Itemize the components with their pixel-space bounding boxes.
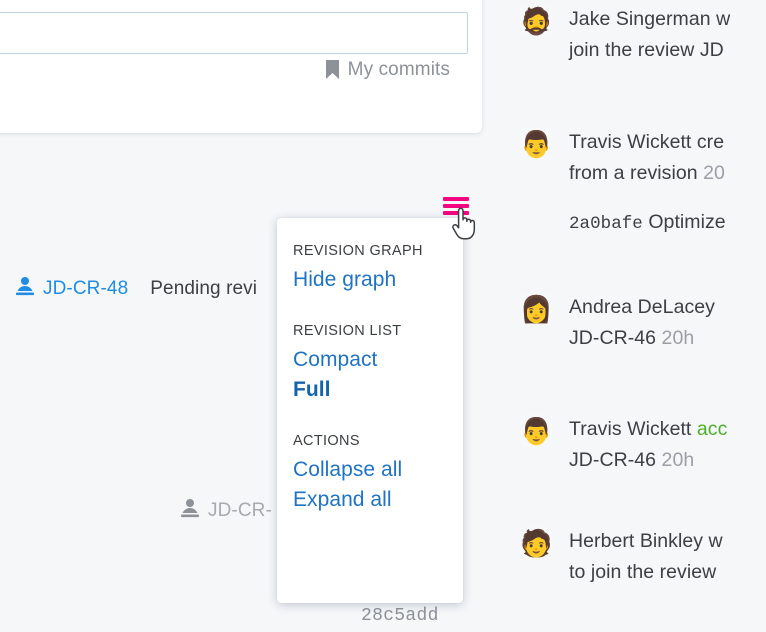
feed-line-2: JD-CR-46 20h	[569, 323, 715, 354]
menu-item-compact[interactable]: Compact	[293, 345, 463, 375]
feed-review-id[interactable]: JD-CR-46	[569, 327, 662, 349]
feed-timestamp: 20	[703, 162, 725, 184]
menu-item-hide-graph[interactable]: Hide graph	[293, 265, 463, 295]
menu-item-full[interactable]: Full	[293, 375, 463, 405]
hamburger-bar-1	[443, 197, 469, 201]
activity-feed: 🧔 Jake Singerman w join the review JD 👨 …	[520, 0, 766, 632]
feed-line-2: join the review JD	[569, 35, 730, 66]
feed-review-id[interactable]: JD-CR-46	[569, 449, 662, 471]
feed-item[interactable]: 👩 Andrea DeLacey JD-CR-46 20h	[520, 292, 715, 354]
revision-row-jd-cr-48[interactable]: JD-CR-48 Pending revi	[13, 274, 257, 303]
feed-item[interactable]: 👨 Travis Wickett cre from a revision 20 …	[520, 127, 726, 240]
menu-group-actions: ACTIONS Collapse all Expand all	[293, 430, 463, 515]
avatar: 🧑	[520, 526, 553, 559]
feed-line-1: Travis Wickett cre	[569, 131, 724, 153]
feed-line-2: JD-CR-46 20h	[569, 445, 727, 476]
feed-line-1: Travis Wickett	[569, 418, 697, 440]
menu-group-revision-graph: REVISION GRAPH Hide graph	[293, 240, 463, 295]
feed-line-1: Herbert Binkley w	[569, 530, 723, 552]
menu-section-title: ACTIONS	[293, 430, 463, 452]
bookmark-icon	[326, 60, 339, 79]
feed-line-1: Andrea DeLacey	[569, 296, 715, 318]
search-panel: My commits	[0, 0, 482, 133]
feed-item-text: Travis Wickett cre from a revision 20 2a…	[569, 127, 726, 240]
revision-status: Pending revi	[150, 278, 257, 300]
feed-timestamp: 20h	[662, 327, 695, 349]
feed-item-text: Travis Wickett acc JD-CR-46 20h	[569, 414, 727, 476]
person-stamp-icon	[178, 496, 202, 525]
feed-item-text: Andrea DeLacey JD-CR-46 20h	[569, 292, 715, 354]
menu-section-title: REVISION GRAPH	[293, 240, 463, 262]
avatar: 👨	[520, 127, 553, 160]
avatar: 🧔	[520, 4, 553, 37]
feed-line-1: Jake Singerman w	[569, 8, 730, 30]
revision-id: JD-CR-	[208, 500, 272, 522]
menu-item-collapse-all[interactable]: Collapse all	[293, 455, 463, 485]
my-commits-filter[interactable]: My commits	[326, 60, 450, 79]
feed-timestamp: 20h	[662, 449, 695, 471]
hamburger-bar-3	[443, 211, 469, 215]
graph-settings-menu: REVISION GRAPH Hide graph REVISION LIST …	[277, 218, 463, 603]
search-input[interactable]	[0, 12, 468, 54]
feed-item[interactable]: 🧑 Herbert Binkley w to join the review	[520, 526, 723, 588]
avatar: 👨	[520, 414, 553, 447]
feed-action-accepted: acc	[697, 418, 728, 440]
feed-line-2-text: from a revision	[569, 162, 703, 184]
commit-hash-inline[interactable]: 2a0bafe	[569, 214, 643, 234]
feed-line-2: to join the review	[569, 557, 723, 588]
feed-item[interactable]: 🧔 Jake Singerman w join the review JD	[520, 4, 730, 66]
revision-row-jd-cr-partial[interactable]: JD-CR-	[178, 496, 272, 525]
feed-line-2: from a revision 20	[569, 158, 726, 189]
menu-group-revision-list: REVISION LIST Compact Full	[293, 320, 463, 405]
hamburger-bar-2	[443, 204, 469, 208]
feed-commit-line: 2a0bafe Optimize	[569, 207, 726, 240]
my-commits-label: My commits	[348, 60, 450, 79]
commit-message: Optimize	[643, 211, 726, 233]
menu-section-title: REVISION LIST	[293, 320, 463, 342]
person-stamp-icon	[13, 274, 37, 303]
feed-item-text: Jake Singerman w join the review JD	[569, 4, 730, 66]
feed-item-text: Herbert Binkley w to join the review	[569, 526, 723, 588]
hamburger-icon[interactable]	[443, 197, 469, 217]
menu-item-expand-all[interactable]: Expand all	[293, 485, 463, 515]
avatar: 👩	[520, 292, 553, 325]
feed-item[interactable]: 👨 Travis Wickett acc JD-CR-46 20h	[520, 414, 727, 476]
revision-id: JD-CR-48	[43, 278, 128, 300]
app-root: My commits JD-CR-48 Pending revi JD-CR- …	[0, 0, 766, 632]
commit-hash[interactable]: 28c5add	[361, 606, 439, 626]
